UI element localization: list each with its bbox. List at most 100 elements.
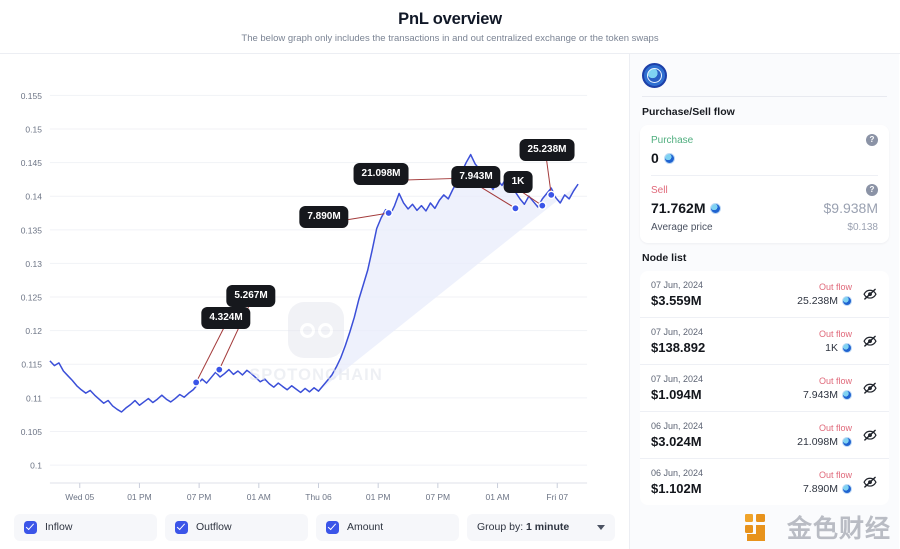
legend-label-outflow: Outflow	[196, 521, 232, 533]
token-coin-icon	[842, 483, 852, 494]
eye-off-icon[interactable]	[862, 474, 878, 490]
question-icon[interactable]: ?	[866, 184, 878, 196]
average-price-label: Average price	[651, 222, 713, 233]
page-title: PnL overview	[398, 9, 502, 28]
node-list-row[interactable]: 07 Jun, 2024 $138.892 Out flow 1K	[640, 318, 889, 365]
token-coin-icon	[842, 389, 852, 400]
node-date: 07 Jun, 2024	[651, 280, 704, 290]
y-axis-tick-label: 0.12	[25, 326, 42, 336]
y-axis-tick-label: 0.135	[21, 225, 42, 235]
purchase-sell-flow-title: Purchase/Sell flow	[642, 106, 735, 118]
y-axis-tick-label: 0.1	[30, 461, 42, 471]
token-coin-icon	[710, 202, 722, 214]
annotation-bubble: 21.098M	[353, 163, 409, 185]
y-axis-tick-label: 0.155	[21, 91, 42, 101]
group-by-label: Group by:	[477, 521, 524, 533]
node-amount: 1K	[825, 342, 852, 354]
annotation-bubble: 7.890M	[299, 206, 349, 228]
node-date: 06 Jun, 2024	[651, 468, 704, 478]
node-list-title: Node list	[642, 252, 687, 264]
sell-amount: 71.762M	[651, 200, 706, 216]
node-list-row[interactable]: 06 Jun, 2024 $1.102M Out flow 7.890M	[640, 459, 889, 505]
node-amount-value: 21.098M	[797, 435, 838, 448]
x-axis-tick-label: 01 AM	[247, 492, 271, 502]
token-logo-icon[interactable]	[642, 62, 667, 88]
annotation-marker[interactable]	[191, 378, 201, 387]
x-axis-tick-label: 07 PM	[426, 492, 450, 502]
node-row-right: Out flow 1K	[819, 329, 852, 354]
legend-item-amount[interactable]: Amount	[316, 513, 459, 541]
jinse-watermark: 金色财经	[744, 511, 891, 547]
token-header	[640, 54, 889, 96]
x-axis-tick-label: 01 PM	[127, 492, 151, 502]
annotation-bubble: 5.267M	[226, 285, 276, 307]
page-subtitle: The below graph only includes the transa…	[241, 32, 659, 44]
annotation-marker[interactable]	[214, 365, 224, 374]
node-date: 07 Jun, 2024	[651, 327, 704, 337]
checkbox-amount[interactable]	[326, 520, 339, 534]
checkbox-outflow[interactable]	[175, 520, 188, 534]
node-amount-value: 1K	[825, 341, 838, 354]
annotation-bubble: 4.324M	[201, 307, 251, 329]
node-date: 06 Jun, 2024	[651, 421, 704, 431]
token-coin-icon	[842, 342, 852, 353]
annotation-marker[interactable]	[546, 190, 556, 200]
node-amount: 21.098M	[797, 436, 852, 448]
annotation-leader-line	[195, 324, 227, 383]
y-axis-tick-label: 0.13	[25, 259, 42, 269]
question-icon[interactable]: ?	[866, 134, 878, 146]
legend-label-inflow: Inflow	[45, 521, 73, 533]
jinse-logo-icon	[744, 514, 765, 541]
x-axis-tick-label: 01 PM	[366, 492, 390, 502]
sell-header: Sell ?	[651, 184, 878, 196]
annotation-marker[interactable]	[511, 204, 520, 213]
node-amount-value: 7.890M	[802, 482, 838, 495]
node-usd-value: $3.024M	[651, 434, 702, 449]
pnl-overview-page: PnL overview The below graph only includ…	[0, 0, 900, 549]
purchase-sell-card: Purchase ? 0 Sell ? 71.762M $9.938M Aver…	[640, 125, 889, 243]
node-row-left: 07 Jun, 2024 $1.094M	[651, 374, 703, 402]
node-usd-value: $138.892	[651, 340, 706, 355]
node-list-row[interactable]: 07 Jun, 2024 $3.559M Out flow 25.238M	[640, 271, 889, 318]
pnl-line-chart[interactable]: 0.1 0.105 0.11 0.115 0.12 0.125 0.13 0.135 0.14 0…	[0, 54, 629, 505]
y-axis-tick-label: 0.115	[21, 360, 42, 370]
annotation-bubble: 25.238M	[519, 139, 575, 161]
group-by-value: 1 minute	[526, 521, 570, 533]
y-axis-tick-label: 0.11	[26, 393, 42, 403]
page-header: PnL overview The below graph only includ…	[0, 0, 900, 53]
node-row-left: 07 Jun, 2024 $138.892	[651, 327, 705, 355]
x-axis-tick-label: Thu 06	[305, 492, 332, 502]
purchase-amount: 0	[651, 150, 659, 166]
chart-area[interactable]: 0.1 0.105 0.11 0.115 0.12 0.125 0.13 0.135 0.14 0…	[0, 54, 629, 505]
token-coin-icon	[842, 436, 852, 447]
node-list-row[interactable]: 06 Jun, 2024 $3.024M Out flow 21.098M	[640, 412, 889, 459]
legend-label-amount: Amount	[347, 521, 384, 533]
eye-off-icon[interactable]	[862, 286, 878, 302]
annotation-bubble: 1K	[503, 171, 533, 193]
eye-off-icon[interactable]	[862, 427, 878, 443]
checkbox-inflow[interactable]	[24, 520, 37, 534]
purchase-values: 0	[651, 150, 878, 166]
eye-off-icon[interactable]	[862, 380, 878, 396]
node-row-right: Out flow 7.943M	[803, 376, 852, 401]
x-axis-tick-label: Fri 07	[546, 492, 568, 502]
x-axis-tick-label: Wed 05	[65, 492, 94, 502]
average-price-row: Average price $0.138	[651, 222, 878, 233]
node-list-row[interactable]: 07 Jun, 2024 $1.094M Out flow 7.943M	[640, 365, 889, 412]
group-by-dropdown[interactable]: Group by: 1 minute	[467, 513, 615, 541]
legend-item-inflow[interactable]: Inflow	[14, 513, 157, 541]
x-axis-tick-label: 01 AM	[486, 492, 510, 502]
y-axis-tick-label: 0.105	[21, 427, 42, 437]
legend-item-outflow[interactable]: Outflow	[165, 513, 308, 541]
annotation-marker[interactable]	[538, 201, 547, 210]
node-date: 07 Jun, 2024	[651, 374, 704, 384]
node-direction: Out flow	[818, 281, 852, 292]
node-usd-value: $1.102M	[651, 481, 702, 496]
eye-off-icon[interactable]	[862, 333, 878, 349]
annotation-marker[interactable]	[384, 208, 393, 218]
node-direction: Out flow	[818, 328, 852, 339]
purchase-amount-wrap: 0	[651, 150, 675, 166]
node-amount-value: 25.238M	[797, 294, 838, 307]
node-row-left: 07 Jun, 2024 $3.559M	[651, 280, 703, 308]
y-axis-tick-label: 0.125	[21, 293, 42, 303]
